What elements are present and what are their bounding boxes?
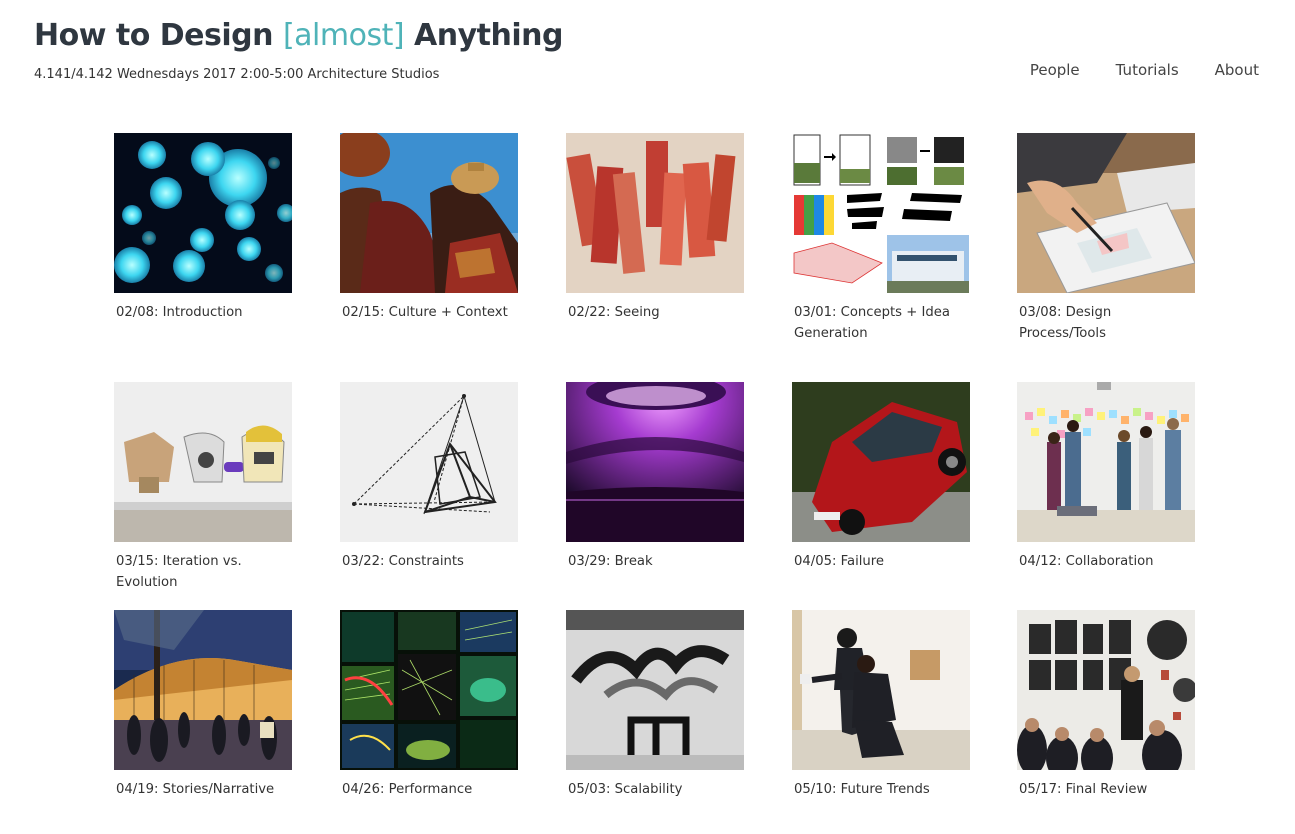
site-title-accent: [almost] xyxy=(282,18,405,53)
session-card-iteration[interactable]: 03/15: Iteration vs. Evolution xyxy=(114,382,292,593)
session-thumbnail-night-plaza-rendering xyxy=(114,610,292,770)
nav-people-link[interactable]: People xyxy=(1030,61,1080,79)
session-thumbnail-woman-carrying-pots xyxy=(340,133,518,293)
session-label: 02/15: Culture + Context xyxy=(342,305,508,320)
session-card-introduction[interactable]: 02/08: Introduction xyxy=(114,133,292,323)
course-subtitle: 4.141/4.142 Wednesdays 2017 2:00-5:00 Ar… xyxy=(34,67,440,82)
session-thumbnail-blue-glowing-spheres xyxy=(114,133,292,293)
session-thumbnail-review-crowd-with-posters xyxy=(1017,610,1195,770)
session-label: 04/19: Stories/Narrative xyxy=(116,782,275,797)
session-card-stories[interactable]: 04/19: Stories/Narrative xyxy=(114,610,292,800)
session-thumbnail-black-tube-sculpture xyxy=(566,610,744,770)
session-label: 04/26: Performance xyxy=(342,782,473,797)
session-thumbnail-perspective-wireframe-drawing xyxy=(340,382,518,542)
session-card-design-process[interactable]: 03/08: Design Process/Tools xyxy=(1017,133,1195,344)
session-card-culture-context[interactable]: 02/15: Culture + Context xyxy=(340,133,518,323)
site-title-post: Anything xyxy=(404,18,563,53)
session-card-performance[interactable]: 04/26: Performance xyxy=(340,610,518,800)
session-label: 04/05: Failure xyxy=(794,554,885,569)
session-card-failure[interactable]: 04/05: Failure xyxy=(792,382,970,572)
session-card-concepts[interactable]: 03/01: Concepts + Idea Generation xyxy=(792,133,970,344)
session-label: 05/17: Final Review xyxy=(1019,782,1148,797)
session-card-collaboration[interactable]: 04/12: Collaboration xyxy=(1017,382,1195,572)
session-label: 04/12: Collaboration xyxy=(1019,554,1154,569)
session-card-seeing[interactable]: 02/22: Seeing xyxy=(566,133,744,323)
main-nav: People Tutorials About xyxy=(1030,61,1259,79)
session-thumbnail-robot-head-prototypes xyxy=(114,382,292,542)
site-title-pre: How to Design xyxy=(34,18,283,53)
session-card-future-trends[interactable]: 05/10: Future Trends xyxy=(792,610,970,800)
session-label: 03/15: Iteration vs. Evolution xyxy=(116,554,242,590)
session-card-break[interactable]: 03/29: Break xyxy=(566,382,744,572)
session-card-final-review[interactable]: 05/17: Final Review xyxy=(1017,610,1195,800)
nav-about-link[interactable]: About xyxy=(1215,61,1259,79)
session-thumbnail-team-at-sticky-note-wall xyxy=(1017,382,1195,542)
nav-tutorials-link[interactable]: Tutorials xyxy=(1116,61,1179,79)
site-title[interactable]: How to Design [almost] Anything xyxy=(34,18,563,53)
session-thumbnail-red-car-tipping xyxy=(792,382,970,542)
session-label: 02/08: Introduction xyxy=(116,305,243,320)
session-thumbnail-red-paper-strips xyxy=(566,133,744,293)
session-label: 05/03: Scalability xyxy=(568,782,683,797)
session-thumbnail-colorful-simulation-grid xyxy=(340,610,518,770)
session-label: 05/10: Future Trends xyxy=(794,782,930,797)
session-label: 03/01: Concepts + Idea Generation xyxy=(794,305,950,341)
session-card-constraints[interactable]: 03/22: Constraints xyxy=(340,382,518,572)
session-thumbnail-concept-diagram-collage xyxy=(792,133,970,293)
session-thumbnail-drawing-on-tablet xyxy=(1017,133,1195,293)
session-label: 03/22: Constraints xyxy=(342,554,464,569)
session-thumbnail-men-inspecting-wall xyxy=(792,610,970,770)
session-label: 03/08: Design Process/Tools xyxy=(1019,305,1112,341)
session-label: 02/22: Seeing xyxy=(568,305,660,320)
session-thumbnail-purple-light-atrium xyxy=(566,382,744,542)
session-card-scalability[interactable]: 05/03: Scalability xyxy=(566,610,744,800)
session-label: 03/29: Break xyxy=(568,554,653,569)
